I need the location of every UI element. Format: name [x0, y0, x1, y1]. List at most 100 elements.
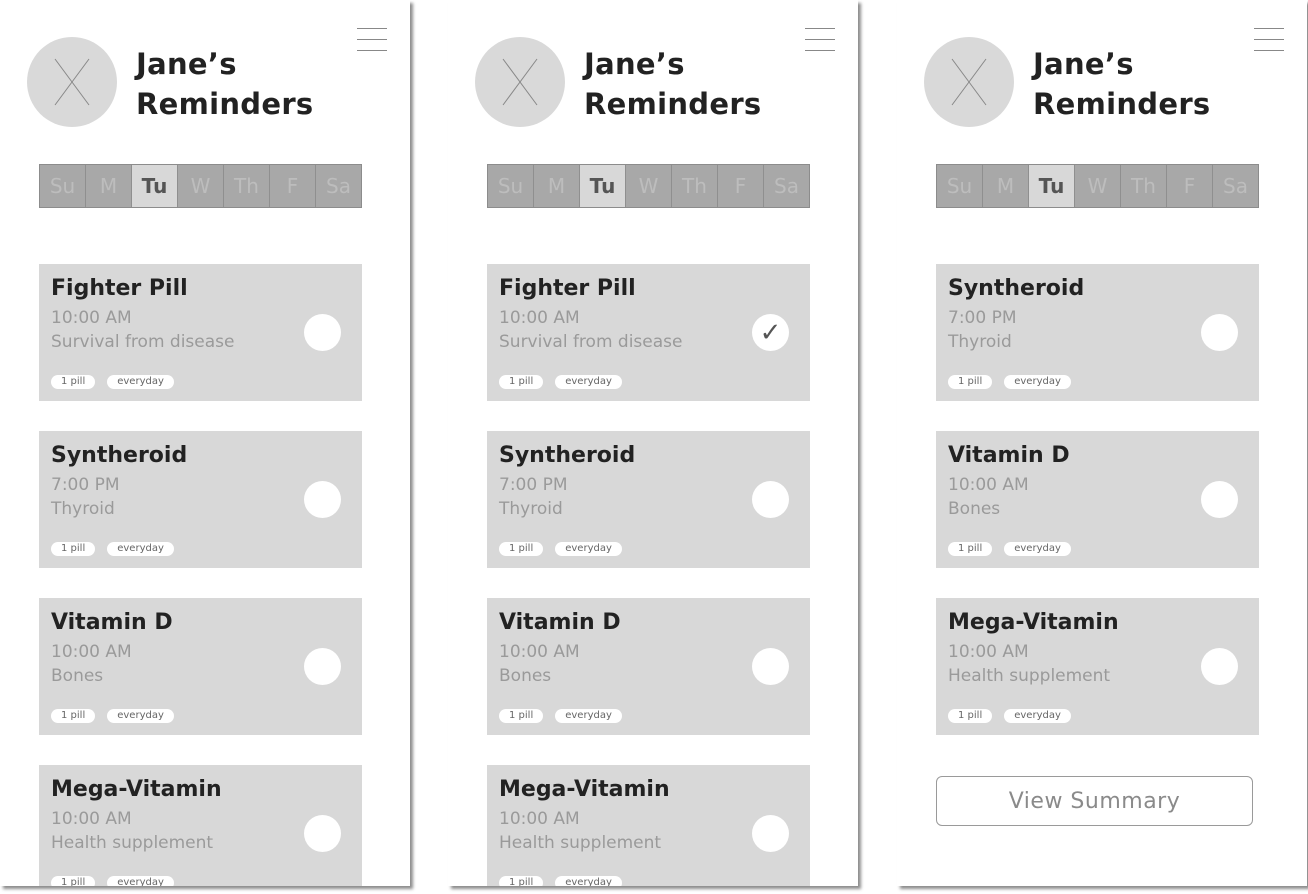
reminder-purpose: Health supplement [51, 833, 214, 853]
hamburger-menu-icon[interactable] [1254, 28, 1284, 52]
reminder-time: 10:00 AM [948, 475, 1029, 495]
frequency-tag: everyday [555, 542, 622, 556]
taken-checkbox[interactable] [1201, 481, 1238, 518]
day-sunday[interactable]: Su [937, 165, 983, 207]
reminder-card[interactable]: Vitamin D 10:00 AM Bones 1 pill everyday [39, 598, 362, 735]
reminder-card[interactable]: Vitamin D 10:00 AM Bones 1 pill everyday [487, 598, 810, 735]
page-title: Jane’s Reminders [584, 44, 762, 124]
reminder-time: 7:00 PM [499, 475, 568, 495]
checkmark-icon: ✓ [759, 317, 782, 348]
reminder-card[interactable]: Syntheroid 7:00 PM Thyroid 1 pill everyda… [39, 431, 362, 568]
reminder-purpose: Health supplement [948, 666, 1111, 686]
reminder-name: Vitamin D [499, 610, 621, 635]
frequency-tag: everyday [1004, 542, 1071, 556]
day-tuesday[interactable]: Tu [1029, 165, 1075, 207]
reminder-name: Vitamin D [51, 610, 173, 635]
reminder-time: 7:00 PM [948, 308, 1017, 328]
day-thursday[interactable]: Th [672, 165, 718, 207]
taken-checkbox[interactable] [752, 815, 789, 852]
day-monday[interactable]: M [983, 165, 1029, 207]
dose-tag: 1 pill [948, 709, 993, 723]
day-tuesday[interactable]: Tu [132, 165, 178, 207]
taken-checkbox-checked[interactable]: ✓ [752, 314, 789, 351]
reminder-card[interactable]: Mega-Vitamin 10:00 AM Health supplement … [39, 765, 362, 886]
frequency-tag: everyday [107, 542, 174, 556]
day-wednesday[interactable]: W [626, 165, 672, 207]
taken-checkbox[interactable] [304, 815, 341, 852]
hamburger-menu-icon[interactable] [357, 28, 387, 52]
reminder-name: Syntheroid [51, 443, 188, 468]
title-line-1: Jane’s [584, 47, 685, 81]
day-monday[interactable]: M [86, 165, 132, 207]
day-thursday[interactable]: Th [224, 165, 270, 207]
dose-tag: 1 pill [51, 876, 96, 886]
reminder-purpose: Bones [51, 666, 104, 686]
taken-checkbox[interactable] [1201, 314, 1238, 351]
day-tuesday[interactable]: Tu [580, 165, 626, 207]
day-sunday[interactable]: Su [40, 165, 86, 207]
reminder-time: 10:00 AM [499, 642, 580, 662]
reminder-card[interactable]: Fighter Pill 10:00 AM Survival from dise… [39, 264, 362, 401]
day-sunday[interactable]: Su [488, 165, 534, 207]
reminder-name: Fighter Pill [51, 276, 188, 301]
taken-checkbox[interactable] [304, 648, 341, 685]
avatar-placeholder-icon [502, 58, 538, 106]
reminder-card[interactable]: Syntheroid 7:00 PM Thyroid 1 pill everyda… [936, 264, 1259, 401]
day-friday[interactable]: F [718, 165, 764, 207]
frequency-tag: everyday [1004, 375, 1071, 389]
dose-tag: 1 pill [499, 876, 544, 886]
day-wednesday[interactable]: W [178, 165, 224, 207]
taken-checkbox[interactable] [752, 648, 789, 685]
day-selector: Su M Tu W Th F Sa [936, 164, 1259, 208]
reminder-card[interactable]: Vitamin D 10:00 AM Bones 1 pill everyday [936, 431, 1259, 568]
phone-screen-1: Jane’s Reminders Su M Tu W Th F Sa Fight… [0, 0, 410, 886]
reminder-card[interactable]: Syntheroid 7:00 PM Thyroid 1 pill everyda… [487, 431, 810, 568]
reminder-time: 10:00 AM [499, 308, 580, 328]
day-friday[interactable]: F [270, 165, 316, 207]
dose-tag: 1 pill [948, 542, 993, 556]
dose-tag: 1 pill [499, 375, 544, 389]
day-wednesday[interactable]: W [1075, 165, 1121, 207]
reminder-purpose: Bones [499, 666, 552, 686]
day-saturday[interactable]: Sa [1213, 165, 1258, 207]
reminder-card[interactable]: Mega-Vitamin 10:00 AM Health supplement … [936, 598, 1259, 735]
day-friday[interactable]: F [1167, 165, 1213, 207]
reminder-name: Mega-Vitamin [948, 610, 1119, 635]
taken-checkbox[interactable] [1201, 648, 1238, 685]
taken-checkbox[interactable] [752, 481, 789, 518]
hamburger-menu-icon[interactable] [805, 28, 835, 52]
reminder-name: Mega-Vitamin [499, 777, 670, 802]
reminder-card[interactable]: Fighter Pill 10:00 AM Survival from dise… [487, 264, 810, 401]
reminder-time: 10:00 AM [51, 308, 132, 328]
dose-tag: 1 pill [499, 542, 544, 556]
reminder-name: Mega-Vitamin [51, 777, 222, 802]
day-saturday[interactable]: Sa [764, 165, 809, 207]
title-line-1: Jane’s [1033, 47, 1134, 81]
reminder-purpose: Bones [948, 499, 1001, 519]
day-monday[interactable]: M [534, 165, 580, 207]
day-thursday[interactable]: Th [1121, 165, 1167, 207]
frequency-tag: everyday [555, 876, 622, 886]
reminder-name: Syntheroid [499, 443, 636, 468]
dose-tag: 1 pill [51, 542, 96, 556]
reminder-purpose: Thyroid [948, 332, 1012, 352]
avatar[interactable] [475, 37, 565, 127]
frequency-tag: everyday [1004, 709, 1071, 723]
frequency-tag: everyday [107, 876, 174, 886]
taken-checkbox[interactable] [304, 481, 341, 518]
avatar[interactable] [924, 37, 1014, 127]
view-summary-button[interactable]: View Summary [936, 776, 1253, 826]
reminder-purpose: Survival from disease [51, 332, 235, 352]
reminder-card[interactable]: Mega-Vitamin 10:00 AM Health supplement … [487, 765, 810, 886]
taken-checkbox[interactable] [304, 314, 341, 351]
day-saturday[interactable]: Sa [316, 165, 361, 207]
phone-screen-2: Jane’s Reminders Su M Tu W Th F Sa Fight… [448, 0, 858, 886]
reminder-name: Fighter Pill [499, 276, 636, 301]
avatar[interactable] [27, 37, 117, 127]
page-title: Jane’s Reminders [1033, 44, 1211, 124]
reminder-name: Syntheroid [948, 276, 1085, 301]
reminder-time: 10:00 AM [499, 809, 580, 829]
title-line-2: Reminders [584, 87, 762, 121]
dose-tag: 1 pill [499, 709, 544, 723]
page-title: Jane’s Reminders [136, 44, 314, 124]
